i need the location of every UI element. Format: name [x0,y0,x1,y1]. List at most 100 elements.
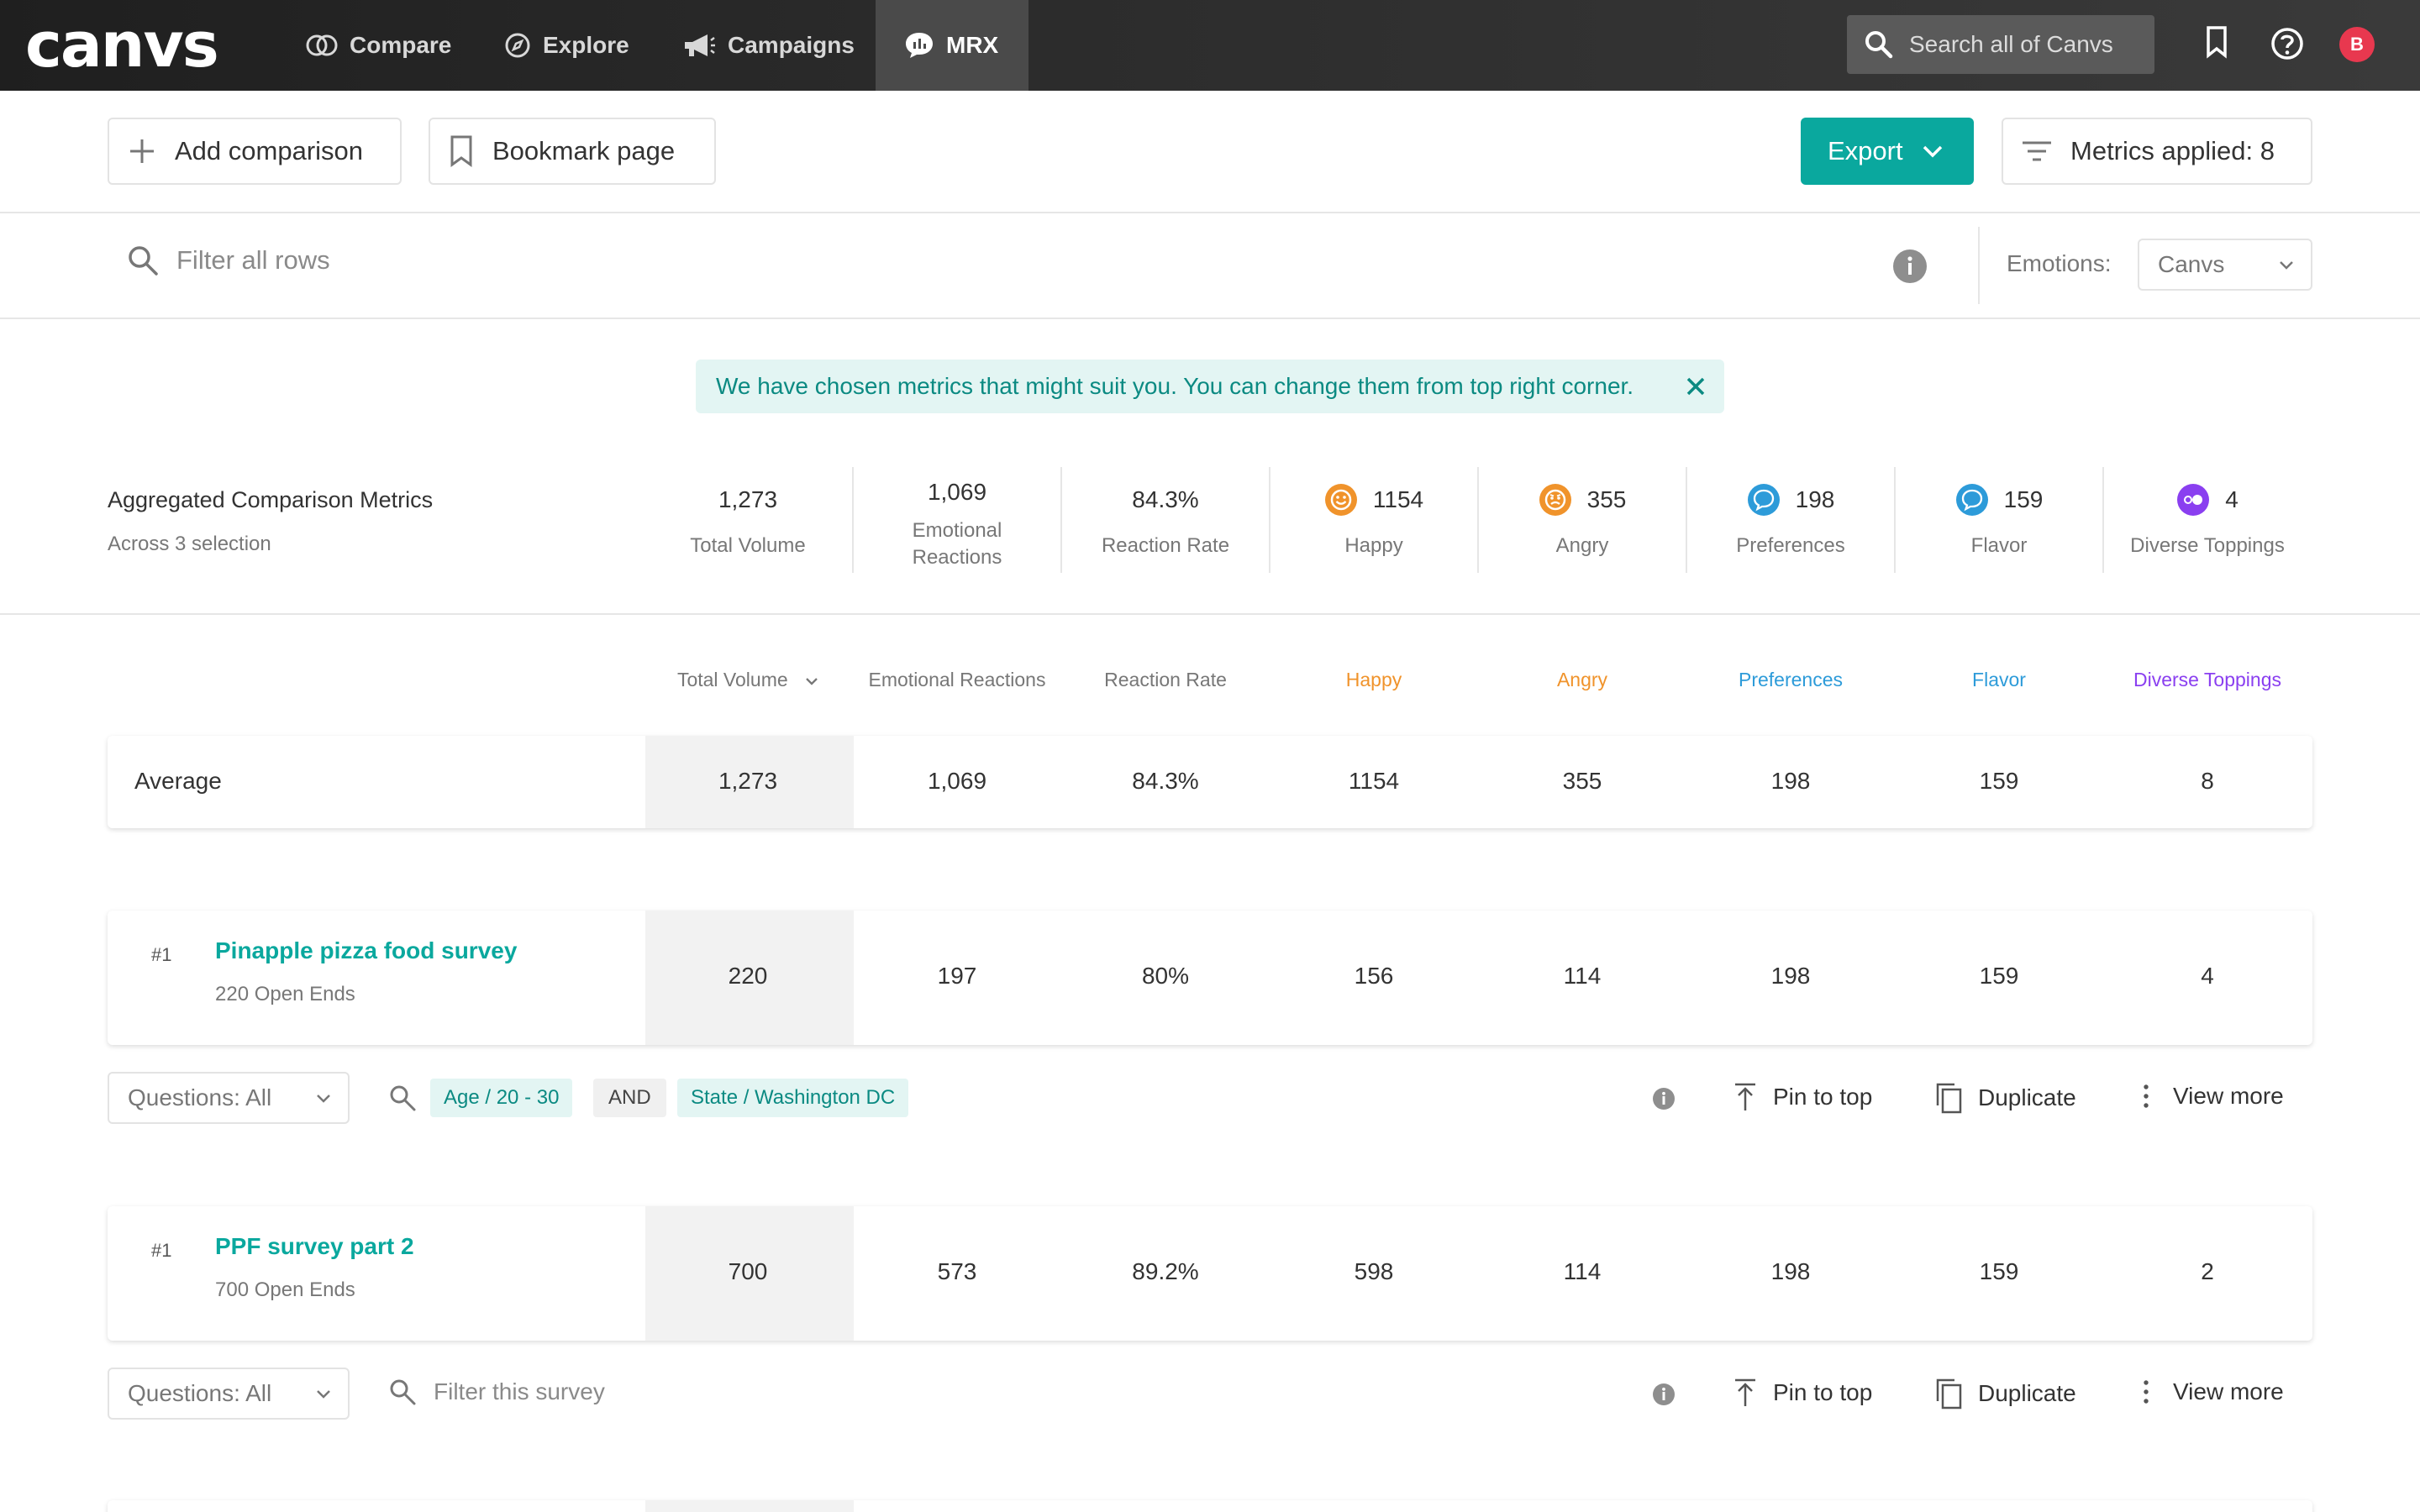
column-header-total-volume[interactable]: Total Volume [644,669,852,691]
filter-tag[interactable]: State / Washington DC [677,1079,909,1117]
table-cell: 573 [937,1258,977,1284]
agg-flavor: 159 Flavor [1895,467,2103,573]
agg-label: Diverse Toppings [2130,534,2285,557]
table-cell: 355 [1562,768,1602,794]
global-search-placeholder: Search all of Canvs [1909,31,2113,57]
survey-subtitle: 700 Open Ends [215,1278,355,1301]
agg-label: Angry [1555,534,1609,557]
agg-angry: 355 Angry [1478,467,1686,573]
nav-campaigns[interactable]: Campaigns [682,0,855,91]
help-icon[interactable] [2270,27,2304,60]
survey-subtitle: 220 Open Ends [215,983,355,1005]
close-icon[interactable] [1686,376,1706,396]
aggregated-subtitle: Across 3 selection [108,533,271,555]
search-icon[interactable] [388,1084,417,1112]
view-more-label: View more [2173,1083,2284,1109]
angry-face-icon [1539,484,1571,516]
nav-mrx-label: MRX [946,32,999,58]
duplicate-icon [1936,1378,1962,1410]
agg-value: 1,069 [927,479,987,505]
bookmark-page-button[interactable]: Bookmark page [429,118,716,185]
view-more-label: View more [2173,1378,2284,1404]
table-cell: 1,069 [927,768,987,794]
table-cell: 159 [1979,963,2019,989]
agg-value: 198 [1795,486,1835,512]
view-more-button[interactable]: View more [2139,1082,2284,1110]
canvs-logo[interactable]: canvs [25,10,219,81]
column-header-happy[interactable]: Happy [1270,669,1478,691]
user-avatar[interactable]: B [2339,27,2375,62]
column-header-preferences[interactable]: Preferences [1686,669,1895,691]
emotions-select[interactable]: Canvs [2138,239,2312,291]
add-comparison-button[interactable]: Add comparison [108,118,402,185]
duplicate-button[interactable]: Duplicate [1934,1082,2076,1114]
divider [0,613,2420,615]
info-icon[interactable] [1652,1383,1676,1406]
survey-title-link[interactable]: Pinapple pizza food survey [215,937,517,964]
duplicate-icon [1936,1083,1962,1114]
table-cell: 598 [1354,1258,1394,1284]
search-icon [1865,31,1893,59]
export-button[interactable]: Export [1801,118,1974,185]
questions-select[interactable]: Questions: All [108,1072,350,1124]
column-header-emotional-reactions[interactable]: Emotional Reactions [853,669,1061,691]
average-row: Average 1,273 1,069 84.3% 1154 355 198 1… [108,736,2312,828]
questions-select[interactable]: Questions: All [108,1368,350,1420]
global-search[interactable]: Search all of Canvs [1847,15,2154,74]
filter-survey-placeholder: Filter this survey [434,1378,605,1404]
view-more-button[interactable]: View more [2139,1378,2284,1406]
agg-emotional-reactions: 1,069 Emotional Reactions [853,467,1061,573]
column-header-angry[interactable]: Angry [1478,669,1686,691]
metrics-applied-label: Metrics applied: 8 [2070,136,2275,165]
agg-happy: 1154 Happy [1270,467,1478,573]
more-vertical-icon [2144,1380,2149,1404]
filter-all-rows-input[interactable]: Filter all rows [126,244,330,277]
table-cell: 700 [728,1258,768,1284]
column-header-flavor[interactable]: Flavor [1895,669,2103,691]
nav-mrx[interactable]: MRX [876,0,1028,91]
duplicate-label: Duplicate [1978,1084,2076,1110]
nav-compare[interactable]: Compare [304,0,453,91]
bookmark-icon[interactable] [2205,25,2228,59]
survey-title-link[interactable]: PPF survey part 2 [215,1233,414,1260]
export-label: Export [1828,136,1903,165]
metrics-applied-button[interactable]: Metrics applied: 8 [2002,118,2312,185]
table-cell: 1154 [1348,768,1400,794]
survey-rank: #1 [151,1240,172,1261]
agg-label: Preferences [1736,534,1845,557]
agg-diverse-toppings: 4 Diverse Toppings [2103,467,2312,573]
duplicate-button[interactable]: Duplicate [1934,1378,2076,1410]
survey-row [108,1500,2312,1512]
info-icon[interactable] [1892,249,1928,284]
table-cell: 114 [1563,963,1602,989]
divider [0,318,2420,319]
agg-label: Flavor [1970,534,2028,557]
more-vertical-icon [2144,1084,2149,1108]
nav-explore[interactable]: Explore [504,0,629,91]
survey-rank: #1 [151,944,172,965]
column-header-diverse-toppings[interactable]: Diverse Toppings [2103,669,2312,691]
column-header-reaction-rate[interactable]: Reaction Rate [1061,669,1270,691]
average-label: Average [134,768,222,794]
custom-metric-icon [2177,484,2210,516]
chevron-down-icon [317,1095,330,1103]
filter-tag[interactable]: Age / 20 - 30 [430,1079,573,1117]
questions-select-value: Questions: All [128,1380,272,1406]
filter-survey-input[interactable]: Filter this survey [388,1378,605,1406]
pin-to-top-button[interactable]: Pin to top [1733,1082,1872,1112]
nav-explore-label: Explore [543,32,629,58]
pin-to-top-label: Pin to top [1773,1379,1873,1405]
agg-value-row: 4 [2103,467,2312,533]
bookmark-icon [450,135,472,167]
agg-value: 159 [2003,486,2044,512]
table-cell: 84.3% [1132,768,1199,794]
compass-icon [505,33,530,58]
filter-operator-tag[interactable]: AND [593,1079,666,1117]
agg-label: Emotional Reactions [912,519,1002,569]
chevron-down-icon [317,1390,330,1399]
table-cell: 80% [1141,963,1190,989]
speech-bubble-icon [1955,484,1988,516]
pin-to-top-button[interactable]: Pin to top [1733,1378,1872,1408]
plus-icon [130,139,154,163]
info-icon[interactable] [1652,1087,1676,1110]
